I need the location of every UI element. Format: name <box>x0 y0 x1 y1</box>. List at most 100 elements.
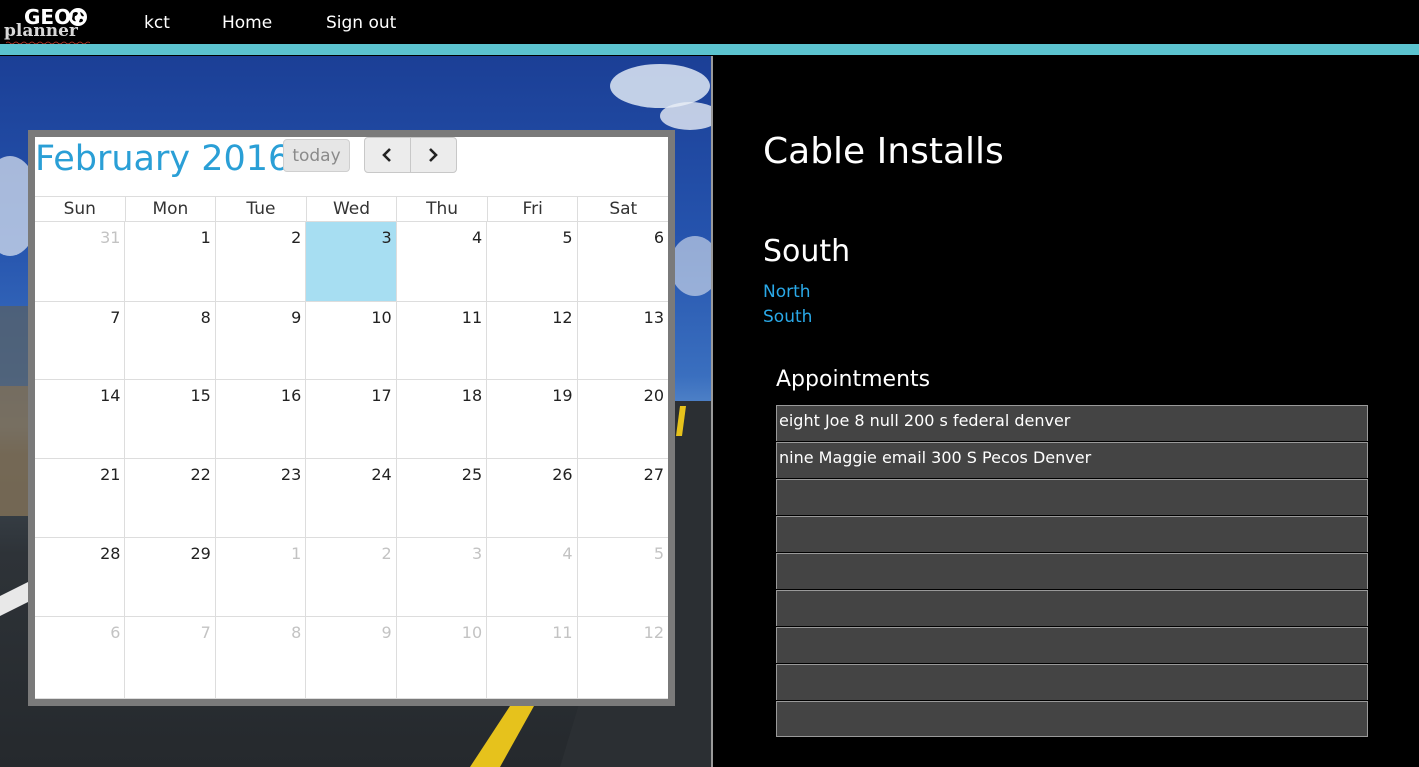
day-number: 2 <box>381 544 392 563</box>
calendar-day-cell[interactable]: 25 <box>396 459 488 538</box>
calendar-day-cell[interactable]: 7 <box>35 302 126 380</box>
calendar-day-cell[interactable]: 13 <box>577 302 668 380</box>
today-button[interactable]: today <box>283 139 350 172</box>
nav-home-link[interactable]: Home <box>222 13 272 33</box>
calendar-day-cell[interactable]: 6 <box>35 617 126 699</box>
appointment-row[interactable] <box>776 553 1368 589</box>
calendar-day-cell[interactable]: 9 <box>215 302 307 380</box>
calendar-day-cell[interactable]: 17 <box>306 380 397 459</box>
calendar-day-cell[interactable]: 1 <box>125 222 216 302</box>
day-number: 10 <box>371 308 392 327</box>
day-number: 14 <box>100 386 121 405</box>
appointment-row[interactable] <box>776 627 1368 663</box>
day-number: 21 <box>100 465 121 484</box>
region-link-north[interactable]: North <box>763 282 811 302</box>
calendar-day-cell[interactable]: 1 <box>215 538 307 617</box>
calendar-day-cell[interactable]: 29 <box>125 538 216 617</box>
calendar-day-cell-today[interactable]: 3 <box>306 222 397 302</box>
appointment-row[interactable] <box>776 590 1368 626</box>
calendar-day-cell[interactable]: 18 <box>396 380 488 459</box>
nav-user-link[interactable]: kct <box>144 13 170 33</box>
day-number: 1 <box>200 228 211 247</box>
day-number: 3 <box>381 228 392 247</box>
day-number: 20 <box>643 386 664 405</box>
day-number: 8 <box>200 308 211 327</box>
weekday-header: Mon <box>126 197 217 221</box>
appointment-row[interactable] <box>776 701 1368 737</box>
next-month-button[interactable] <box>410 137 457 173</box>
calendar-day-cell[interactable]: 4 <box>487 538 578 617</box>
nav-signout-link[interactable]: Sign out <box>326 13 396 33</box>
calendar: February 2016 today Sun Mon Tue Wed Thu … <box>35 137 668 699</box>
appointment-row[interactable] <box>776 516 1368 552</box>
calendar-day-cell[interactable]: 21 <box>35 459 126 538</box>
calendar-day-cell[interactable]: 10 <box>396 617 488 699</box>
day-number: 6 <box>653 228 664 247</box>
chevron-right-icon <box>429 148 438 162</box>
day-number: 4 <box>562 544 573 563</box>
day-number: 10 <box>461 623 483 642</box>
appointment-row[interactable]: nine Maggie email 300 S Pecos Denver <box>776 442 1368 478</box>
calendar-day-grid: 31 1 2 3 4 5 6 7 8 9 10 11 12 13 14 15 16 17 18 19 20 21 22 23 2… <box>35 222 668 699</box>
calendar-day-cell[interactable]: 11 <box>396 302 488 380</box>
calendar-day-cell[interactable]: 31 <box>35 222 126 302</box>
day-number: 26 <box>552 465 573 484</box>
calendar-day-cell[interactable]: 11 <box>487 617 578 699</box>
calendar-day-cell[interactable]: 12 <box>487 302 578 380</box>
calendar-day-cell[interactable]: 6 <box>577 222 668 302</box>
calendar-day-cell[interactable]: 14 <box>35 380 126 459</box>
appointments-heading: Appointments <box>776 367 931 392</box>
calendar-day-cell[interactable]: 10 <box>306 302 397 380</box>
day-number: 8 <box>291 623 302 642</box>
day-number: 16 <box>280 386 302 405</box>
calendar-day-cell[interactable]: 22 <box>125 459 216 538</box>
calendar-day-cell[interactable]: 27 <box>577 459 668 538</box>
day-number: 5 <box>562 228 573 247</box>
calendar-day-cell[interactable]: 23 <box>215 459 307 538</box>
calendar-month-title: February 2016 <box>35 139 291 179</box>
region-link-south[interactable]: South <box>763 307 812 327</box>
top-nav: GEO planner kct Home Sign out <box>0 0 1419 44</box>
calendar-day-cell[interactable]: 19 <box>487 380 578 459</box>
geoplanner-logo[interactable]: GEO planner <box>4 3 92 44</box>
calendar-day-cell[interactable]: 5 <box>577 538 668 617</box>
calendar-day-cell[interactable]: 12 <box>577 617 668 699</box>
day-number: 7 <box>200 623 211 642</box>
calendar-day-cell[interactable]: 5 <box>487 222 578 302</box>
pane-divider <box>711 56 713 767</box>
day-number: 18 <box>461 386 483 405</box>
appointment-row[interactable] <box>776 664 1368 700</box>
calendar-day-cell[interactable]: 4 <box>396 222 488 302</box>
day-number: 15 <box>190 386 211 405</box>
prev-month-button[interactable] <box>364 137 411 173</box>
calendar-day-cell[interactable]: 3 <box>396 538 488 617</box>
calendar-day-cell[interactable]: 8 <box>215 617 307 699</box>
calendar-day-cell[interactable]: 8 <box>125 302 216 380</box>
day-number: 22 <box>190 465 211 484</box>
calendar-day-cell[interactable]: 15 <box>125 380 216 459</box>
calendar-day-cell[interactable]: 2 <box>215 222 307 302</box>
calendar-day-cell[interactable]: 16 <box>215 380 307 459</box>
appointment-row[interactable] <box>776 479 1368 515</box>
calendar-day-cell[interactable]: 7 <box>125 617 216 699</box>
weekday-header: Sun <box>35 197 126 221</box>
calendar-day-cell[interactable]: 2 <box>306 538 397 617</box>
calendar-day-cell[interactable]: 20 <box>577 380 668 459</box>
weekday-header: Sat <box>609 199 638 219</box>
chevron-left-icon <box>382 148 391 162</box>
day-number: 2 <box>291 228 302 247</box>
page-title: Cable Installs <box>763 131 1004 172</box>
appointment-row[interactable]: eight Joe 8 null 200 s federal denver <box>776 405 1368 441</box>
calendar-day-cell[interactable]: 26 <box>487 459 578 538</box>
day-number: 5 <box>653 544 664 563</box>
appointments-list: eight Joe 8 null 200 s federal denver nin… <box>776 405 1368 737</box>
day-number: 25 <box>461 465 483 484</box>
day-number: 7 <box>110 308 121 327</box>
calendar-day-cell[interactable]: 28 <box>35 538 126 617</box>
day-number: 24 <box>371 465 392 484</box>
calendar-day-cell[interactable]: 24 <box>306 459 397 538</box>
calendar-day-cell[interactable]: 9 <box>306 617 397 699</box>
day-number: 17 <box>371 386 392 405</box>
day-number: 12 <box>643 623 664 642</box>
weekday-header: Fri <box>488 197 579 221</box>
